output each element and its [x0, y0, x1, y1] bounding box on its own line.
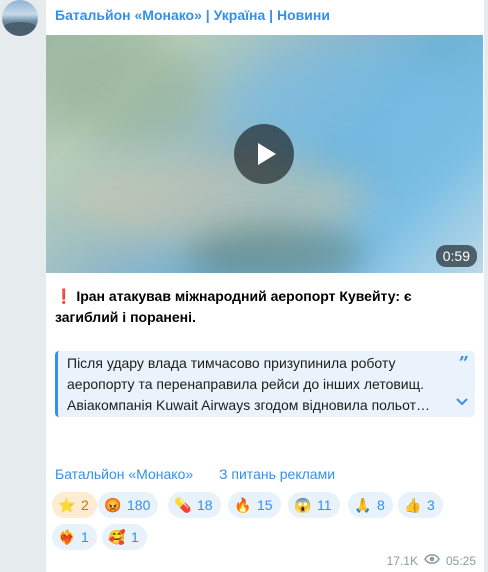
reaction-count: 3 — [427, 497, 435, 513]
reaction-chip[interactable]: 🔥 15 — [228, 492, 281, 518]
headline-text: Іран атакував міжнародний аеропорт Кувей… — [55, 288, 412, 325]
reaction-emoji-icon: 🥰 — [108, 528, 126, 545]
eye-icon — [424, 553, 440, 568]
reaction-count: 18 — [197, 497, 213, 513]
reaction-count: 15 — [257, 497, 273, 513]
post-headline: ❗ Іран атакував міжнародний аеропорт Кув… — [55, 286, 475, 328]
video-duration: 0:59 — [435, 245, 477, 267]
channel-avatar[interactable] — [2, 0, 38, 36]
channel-link[interactable]: Батальйон «Монако» — [55, 466, 193, 482]
reaction-count: 1 — [131, 529, 139, 545]
reaction-chip[interactable]: 🙏 8 — [348, 492, 393, 518]
message-bubble: Батальйон «Монако» | Україна | Новини 0:… — [46, 0, 484, 572]
reaction-chip[interactable]: 👍 3 — [398, 492, 443, 518]
reaction-chip[interactable]: 🥰 1 — [102, 524, 147, 550]
quote-text: Після удару влада тимчасово призупинила … — [67, 355, 430, 413]
reaction-emoji-icon: 🔥 — [234, 496, 252, 513]
chevron-down-icon[interactable] — [455, 392, 469, 413]
channel-name[interactable]: Батальйон «Монако» | Україна | Новини — [55, 7, 330, 23]
reaction-chip[interactable]: 😱 11 — [288, 492, 340, 518]
reaction-emoji-icon: 🙏 — [354, 496, 372, 513]
reaction-count: 8 — [377, 497, 385, 513]
footer-links: Батальйон «Монако» З питань реклами — [55, 466, 357, 482]
reaction-chip[interactable]: ❤️‍🔥 1 — [52, 524, 97, 550]
reaction-chip[interactable]: ⭐ 2 — [52, 492, 97, 518]
reaction-emoji-icon: 😱 — [294, 496, 312, 513]
video-preview[interactable]: 0:59 — [46, 35, 483, 273]
message-meta: 17.1K 05:25 — [387, 553, 476, 568]
play-icon[interactable] — [234, 124, 294, 184]
quote-block[interactable]: Після удару влада тимчасово призупинила … — [55, 351, 475, 417]
reaction-emoji-icon: ⭐ — [58, 496, 76, 513]
view-count: 17.1K — [386, 553, 418, 568]
reaction-emoji-icon: 👍 — [404, 496, 422, 513]
reaction-emoji-icon: ❤️‍🔥 — [58, 528, 76, 545]
reaction-count: 1 — [81, 529, 89, 545]
ads-link[interactable]: З питань реклами — [219, 466, 335, 482]
post-time: 05:25 — [445, 553, 476, 568]
reaction-count: 2 — [81, 497, 89, 513]
quote-icon: ” — [458, 353, 469, 374]
reaction-emoji-icon: 😡 — [104, 496, 122, 513]
reaction-count: 180 — [127, 497, 151, 513]
reaction-chip[interactable]: 💊 18 — [168, 492, 221, 518]
reaction-chip[interactable]: 😡 180 — [98, 492, 159, 518]
reaction-emoji-icon: 💊 — [174, 496, 192, 513]
exclamation-icon: ❗ — [55, 288, 73, 304]
reaction-count: 11 — [317, 497, 332, 513]
avatar-image — [2, 22, 38, 36]
